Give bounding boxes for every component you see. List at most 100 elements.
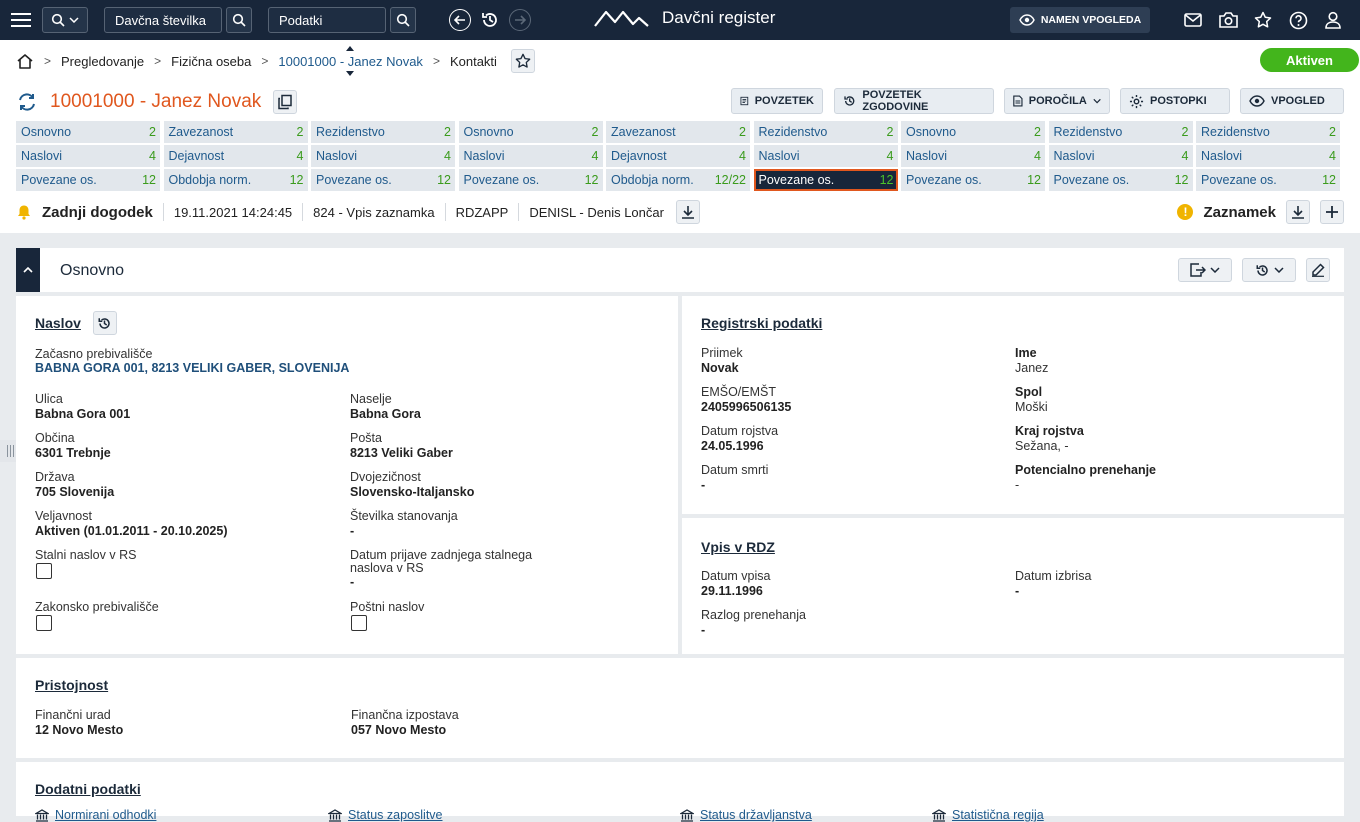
bell-icon bbox=[18, 205, 30, 220]
field-label: Finančna izpostava bbox=[351, 708, 459, 722]
namen-vpogleda-label: NAMEN VPOGLEDA bbox=[1040, 14, 1142, 26]
search-button[interactable] bbox=[226, 7, 252, 33]
breadcrumb-item[interactable]: Kontakti bbox=[450, 54, 497, 69]
tab-grid: Osnovno 2 Zavezanost 2 Rezidenstvo 2 Osnovno 2 Z… bbox=[16, 121, 1340, 191]
tab-item[interactable]: Naslovi 4 bbox=[901, 145, 1045, 167]
triangle-up-icon bbox=[346, 45, 355, 51]
tab-item[interactable]: Dejavnost 4 bbox=[163, 145, 308, 167]
tab-item[interactable]: Osnovno 2 bbox=[901, 121, 1045, 143]
breadcrumb-item[interactable]: Pregledovanje bbox=[61, 54, 144, 69]
tab-label: Rezidenstvo bbox=[758, 125, 828, 139]
edit-button[interactable] bbox=[1306, 258, 1330, 282]
tab-count: 12 bbox=[437, 173, 451, 187]
search-mode-dropdown[interactable] bbox=[42, 7, 88, 33]
field-value: - bbox=[701, 623, 706, 637]
menu-icon[interactable] bbox=[10, 10, 32, 30]
mail-icon[interactable] bbox=[1182, 9, 1204, 31]
event-datetime: 19.11.2021 14:24:45 bbox=[173, 204, 293, 220]
tab-item[interactable]: Povezane os. 12 bbox=[753, 169, 898, 191]
field-label: Datum izbrisa bbox=[1015, 569, 1092, 583]
tab-item[interactable]: Povezane os. 12 bbox=[16, 169, 160, 191]
user-icon[interactable] bbox=[1322, 9, 1344, 31]
tab-count: 12 bbox=[142, 173, 156, 187]
tab-item[interactable]: Povezane os. 12 bbox=[311, 169, 455, 191]
tab-count: 12 bbox=[289, 173, 304, 187]
zaznamek-add-button[interactable] bbox=[1320, 200, 1344, 224]
refresh-icon[interactable] bbox=[16, 92, 38, 112]
mountain-logo-icon bbox=[594, 10, 649, 27]
tab-item[interactable]: Naslovi 4 bbox=[1196, 145, 1340, 167]
back-button[interactable] bbox=[449, 9, 471, 31]
history-dropdown[interactable] bbox=[1242, 258, 1296, 282]
tab-item[interactable]: Obdobja norm. 12/22 bbox=[606, 169, 750, 191]
tab-item[interactable]: Osnovno 2 bbox=[458, 121, 603, 143]
tab-item[interactable]: Naslovi 4 bbox=[753, 145, 898, 167]
search-submit-button[interactable] bbox=[390, 7, 416, 33]
postni-naslov-checkbox[interactable] bbox=[351, 615, 367, 631]
field-label: Datum smrti bbox=[701, 463, 769, 477]
tab-count: 2 bbox=[886, 125, 894, 139]
tab-item[interactable]: Osnovno 2 bbox=[16, 121, 160, 143]
search-icon bbox=[232, 13, 246, 27]
tab-item[interactable]: Naslovi 4 bbox=[458, 145, 603, 167]
breadcrumb-item[interactable]: Fizična oseba bbox=[171, 54, 251, 69]
document-icon bbox=[740, 96, 749, 106]
divider bbox=[302, 203, 304, 221]
tab-item[interactable]: Rezidenstvo 2 bbox=[1048, 121, 1193, 143]
povzetek-button[interactable]: POVZETEK bbox=[731, 88, 823, 114]
copy-button[interactable] bbox=[273, 90, 298, 114]
tab-item[interactable]: Zavezanost 2 bbox=[163, 121, 308, 143]
dodatni-link[interactable]: Status državljanstva bbox=[680, 808, 812, 822]
tab-count: 12 bbox=[879, 173, 894, 187]
tab-item[interactable]: Povezane os. 12 bbox=[458, 169, 603, 191]
forward-button[interactable] bbox=[509, 9, 531, 31]
event-type: 824 - Vpis zaznamka bbox=[313, 204, 435, 220]
collapse-button[interactable] bbox=[16, 248, 40, 292]
tab-item[interactable]: Zavezanost 2 bbox=[606, 121, 750, 143]
event-app: RDZAPP bbox=[455, 204, 509, 220]
tab-item[interactable]: Povezane os. 12 bbox=[901, 169, 1045, 191]
camera-icon[interactable] bbox=[1217, 9, 1239, 31]
tab-item[interactable]: Naslovi 4 bbox=[311, 145, 455, 167]
dodatni-link[interactable]: Statistična regija bbox=[932, 808, 1044, 822]
home-icon[interactable] bbox=[16, 53, 34, 69]
eye-icon bbox=[1019, 14, 1035, 26]
export-dropdown[interactable] bbox=[1178, 258, 1232, 282]
tab-item[interactable]: Naslovi 4 bbox=[16, 145, 160, 167]
search-type-select[interactable]: Davčna številka bbox=[104, 7, 222, 33]
favorite-button[interactable] bbox=[510, 49, 535, 73]
porocila-dropdown[interactable]: POROČILA bbox=[1004, 88, 1110, 114]
stalni-naslov-checkbox[interactable] bbox=[36, 563, 52, 579]
tab-label: Povezane os. bbox=[463, 173, 540, 187]
tab-item[interactable]: Naslovi 4 bbox=[1048, 145, 1193, 167]
breadcrumb-item[interactable]: 10001000 - Janez Novak bbox=[278, 45, 423, 76]
tab-count: 4 bbox=[296, 149, 304, 163]
tab-item[interactable]: Rezidenstvo 2 bbox=[311, 121, 455, 143]
tab-item[interactable]: Obdobja norm. 12 bbox=[163, 169, 308, 191]
tab-item[interactable]: Rezidenstvo 2 bbox=[1196, 121, 1340, 143]
zaznamek-download-button[interactable] bbox=[1286, 200, 1310, 224]
field-label: Pošta bbox=[350, 431, 382, 445]
tab-item[interactable]: Povezane os. 12 bbox=[1048, 169, 1193, 191]
tab-label: Povezane os. bbox=[316, 173, 392, 187]
naslov-history-button[interactable] bbox=[92, 311, 117, 335]
field-label: Razlog prenehanja bbox=[701, 608, 806, 622]
povzetek-zgodovine-label: POVZETEK ZGODOVINE bbox=[862, 89, 929, 113]
search-input[interactable]: Podatki bbox=[268, 7, 386, 33]
tab-item[interactable]: Povezane os. 12 bbox=[1196, 169, 1340, 191]
tab-item[interactable]: Dejavnost 4 bbox=[606, 145, 750, 167]
postopki-button[interactable]: POSTOPKI bbox=[1120, 88, 1230, 114]
event-download-button[interactable] bbox=[675, 200, 700, 224]
history-button[interactable] bbox=[479, 9, 501, 31]
plus-icon bbox=[1326, 206, 1338, 218]
tab-item[interactable]: Rezidenstvo 2 bbox=[753, 121, 898, 143]
help-icon[interactable] bbox=[1287, 9, 1309, 31]
zakonsko-prebivalisce-checkbox[interactable] bbox=[36, 615, 52, 631]
namen-vpogleda-button[interactable]: NAMEN VPOGLEDA bbox=[1010, 7, 1150, 33]
tab-label: Povezane os. bbox=[758, 173, 835, 187]
dodatni-link[interactable]: Status zaposlitve bbox=[328, 808, 443, 822]
vpogled-button[interactable]: VPOGLED bbox=[1240, 88, 1344, 114]
dodatni-link[interactable]: Normirani odhodki bbox=[35, 808, 156, 822]
star-icon[interactable] bbox=[1252, 9, 1274, 31]
povzetek-zgodovine-button[interactable]: POVZETEK ZGODOVINE bbox=[834, 88, 994, 114]
